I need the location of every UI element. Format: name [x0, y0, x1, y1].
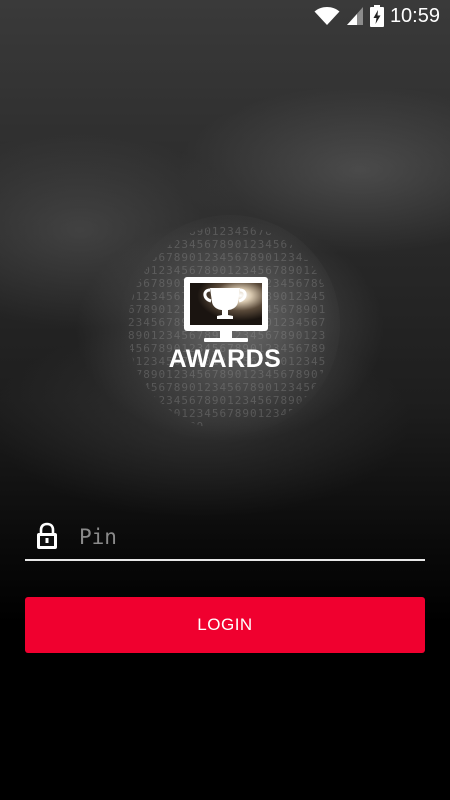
battery-charging-icon — [369, 5, 384, 27]
cell-signal-icon — [346, 7, 363, 25]
status-icons: 10:59 — [314, 4, 440, 28]
status-time: 10:59 — [389, 4, 440, 27]
pin-field[interactable] — [25, 512, 425, 561]
lock-icon — [37, 522, 57, 549]
status-bar: 10:59 — [0, 0, 450, 32]
pin-input[interactable] — [77, 520, 421, 554]
app-title: AWARDS — [168, 345, 282, 373]
login-button[interactable]: LOGIN — [25, 597, 425, 653]
wifi-icon — [314, 7, 340, 25]
